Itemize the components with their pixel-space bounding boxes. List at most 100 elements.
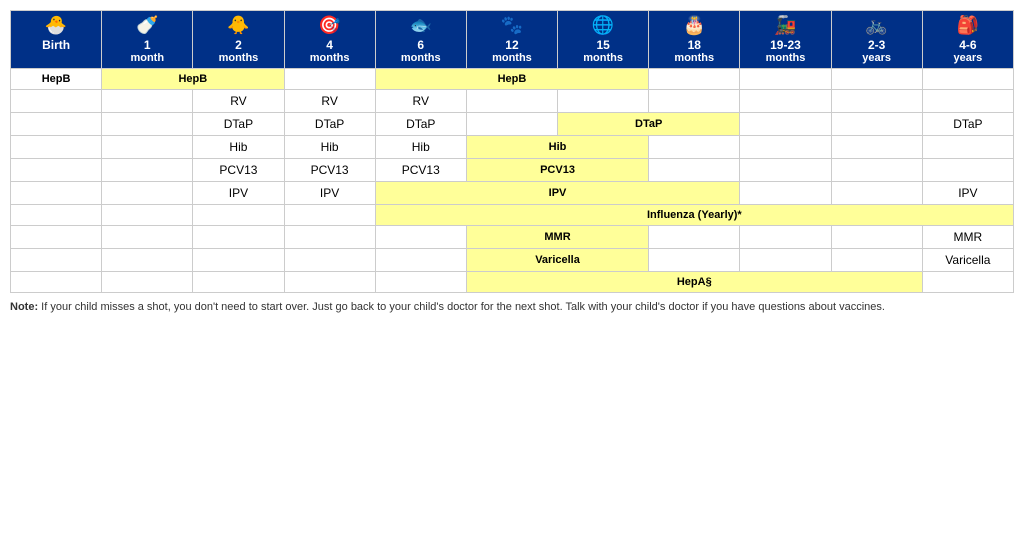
dtap-6mo: DTaP xyxy=(375,113,466,136)
ipv-birth xyxy=(11,182,102,205)
dtap-birth xyxy=(11,113,102,136)
hepb-2-3yr xyxy=(831,69,922,90)
header-19-23mo: 🚂 19-23 months xyxy=(740,11,831,69)
rv-6mo: RV xyxy=(375,90,466,113)
pcv13-19-23mo xyxy=(740,159,831,182)
hepb-19-23mo xyxy=(740,69,831,90)
hepb-1-2mo: HepB xyxy=(102,69,284,90)
vaccine-schedule-table: 🐣 Birth 🍼 1 month 🐥 2 months 🎯 4 months … xyxy=(10,10,1014,293)
mmr-4-6yr: MMR xyxy=(922,226,1013,249)
influenza-1mo xyxy=(102,205,193,226)
varicella-18mo xyxy=(649,249,740,272)
hepa-6mo xyxy=(375,272,466,293)
hepb-row: HepB HepB HepB xyxy=(11,69,1014,90)
ipv-2-3yr xyxy=(831,182,922,205)
ipv-row: IPV IPV IPV IPV xyxy=(11,182,1014,205)
header-4mo: 🎯 4 months xyxy=(284,11,375,69)
mmr-2-3yr xyxy=(831,226,922,249)
hepb-6-15mo: HepB xyxy=(375,69,649,90)
hepb-label: HepB xyxy=(11,69,102,90)
rv-18mo xyxy=(649,90,740,113)
ipv-4-6yr: IPV xyxy=(922,182,1013,205)
varicella-4-6yr: Varicella xyxy=(922,249,1013,272)
mmr-12-15mo: MMR xyxy=(466,226,648,249)
pcv13-birth xyxy=(11,159,102,182)
dtap-19-23mo xyxy=(740,113,831,136)
hepa-row: HepA§ xyxy=(11,272,1014,293)
pcv13-row: PCV13 PCV13 PCV13 PCV13 xyxy=(11,159,1014,182)
pcv13-6mo: PCV13 xyxy=(375,159,466,182)
dtap-row: DTaP DTaP DTaP DTaP DTaP xyxy=(11,113,1014,136)
hib-4mo: Hib xyxy=(284,136,375,159)
mmr-4mo xyxy=(284,226,375,249)
varicella-birth xyxy=(11,249,102,272)
rv-2-3yr xyxy=(831,90,922,113)
rv-2mo: RV xyxy=(193,90,284,113)
rv-4mo: RV xyxy=(284,90,375,113)
mmr-19-23mo xyxy=(740,226,831,249)
influenza-4mo xyxy=(284,205,375,226)
hib-birth xyxy=(11,136,102,159)
rv-15mo xyxy=(558,90,649,113)
header-12mo: 🐾 12 months xyxy=(466,11,557,69)
pcv13-18mo xyxy=(649,159,740,182)
varicella-4mo xyxy=(284,249,375,272)
dtap-2-3yr xyxy=(831,113,922,136)
header-18mo: 🎂 18 months xyxy=(649,11,740,69)
header-birth: 🐣 Birth xyxy=(11,11,102,69)
varicella-row: Varicella Varicella xyxy=(11,249,1014,272)
hepa-4-6yr xyxy=(922,272,1013,293)
header-1mo: 🍼 1 month xyxy=(102,11,193,69)
influenza-2mo xyxy=(193,205,284,226)
pcv13-2mo: PCV13 xyxy=(193,159,284,182)
hib-19-23mo xyxy=(740,136,831,159)
hib-6mo: Hib xyxy=(375,136,466,159)
varicella-6mo xyxy=(375,249,466,272)
mmr-1mo xyxy=(102,226,193,249)
note-text: Note: If your child misses a shot, you d… xyxy=(10,301,885,313)
varicella-1mo xyxy=(102,249,193,272)
dtap-1mo xyxy=(102,113,193,136)
header-2mo: 🐥 2 months xyxy=(193,11,284,69)
header-2-3yr: 🚲 2-3 years xyxy=(831,11,922,69)
hepa-12mo-plus: HepA§ xyxy=(466,272,922,293)
rv-12mo xyxy=(466,90,557,113)
hib-12-15mo: Hib xyxy=(466,136,648,159)
influenza-birth xyxy=(11,205,102,226)
influenza-row: Influenza (Yearly)* xyxy=(11,205,1014,226)
note-label: Note: xyxy=(10,301,38,313)
varicella-19-23mo xyxy=(740,249,831,272)
hepb-4-6yr xyxy=(922,69,1013,90)
hib-18mo xyxy=(649,136,740,159)
mmr-birth xyxy=(11,226,102,249)
dtap-15-18mo: DTaP xyxy=(558,113,740,136)
pcv13-2-3yr xyxy=(831,159,922,182)
pcv13-12-15mo: PCV13 xyxy=(466,159,648,182)
mmr-2mo xyxy=(193,226,284,249)
note-section: Note: If your child misses a shot, you d… xyxy=(10,301,1014,313)
dtap-12mo xyxy=(466,113,557,136)
ipv-4mo: IPV xyxy=(284,182,375,205)
hepa-1mo xyxy=(102,272,193,293)
hepb-18mo xyxy=(649,69,740,90)
rv-4-6yr xyxy=(922,90,1013,113)
dtap-4-6yr: DTaP xyxy=(922,113,1013,136)
ipv-1mo xyxy=(102,182,193,205)
mmr-18mo xyxy=(649,226,740,249)
rv-19-23mo xyxy=(740,90,831,113)
rv-1mo xyxy=(102,90,193,113)
mmr-row: MMR MMR xyxy=(11,226,1014,249)
header-15mo: 🌐 15 months xyxy=(558,11,649,69)
header-6mo: 🐟 6 months xyxy=(375,11,466,69)
influenza-6mo-plus: Influenza (Yearly)* xyxy=(375,205,1013,226)
varicella-2-3yr xyxy=(831,249,922,272)
varicella-12-15mo: Varicella xyxy=(466,249,648,272)
hib-4-6yr xyxy=(922,136,1013,159)
hib-1mo xyxy=(102,136,193,159)
header-4-6yr: 🎒 4-6 years xyxy=(922,11,1013,69)
hib-2-3yr xyxy=(831,136,922,159)
mmr-6mo xyxy=(375,226,466,249)
ipv-6-18mo: IPV xyxy=(375,182,740,205)
ipv-2mo: IPV xyxy=(193,182,284,205)
dtap-2mo: DTaP xyxy=(193,113,284,136)
